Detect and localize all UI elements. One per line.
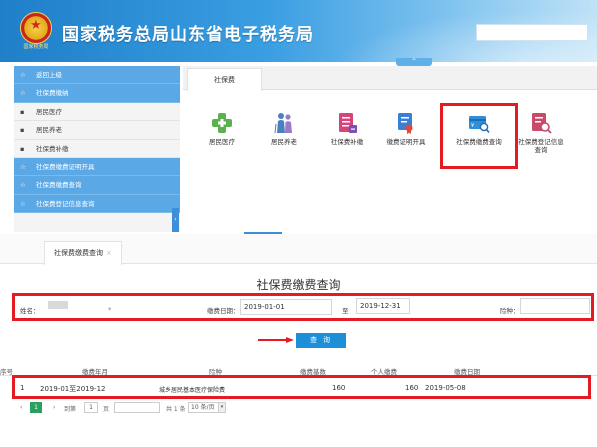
cell-type: 城乡居民基本医疗保险费 <box>159 387 226 394</box>
sidebar-item-certificate[interactable]: ☆ 社保费缴费证明开具 <box>14 157 180 177</box>
sidebar-item-back-payment[interactable]: ▪ 社保费补缴 <box>14 139 180 158</box>
star-icon: ☆ <box>20 181 26 190</box>
star-icon: ☆ <box>20 71 26 79</box>
emblem-caption: 国家税务局 <box>23 44 49 50</box>
tile-registration-query[interactable]: 社保费登记信息查询 <box>516 112 566 154</box>
header-search-input[interactable] <box>476 24 588 41</box>
tile-label: 缴费证明开具 <box>386 138 426 146</box>
cell-period: 2019-01至2019-12 <box>40 385 106 393</box>
pager-page-unit: 页 <box>103 406 110 413</box>
form-list-icon <box>336 112 358 134</box>
pager-current-page[interactable]: 1 <box>30 402 42 413</box>
cell-date: 2019-05-08 <box>425 384 466 392</box>
medical-cross-icon <box>211 112 233 134</box>
site-title: 国家税务总局山东省电子税务局 <box>62 25 314 45</box>
star-icon: ☆ <box>20 89 26 98</box>
name-redacted <box>48 301 68 309</box>
page: 国家税务局 国家税务总局山东省电子税务局 ^ ☆ 返回上级 ☆ 社保费缴纳 ▪ 居民医… <box>0 0 597 447</box>
search-button[interactable]: 查 询 <box>296 333 346 348</box>
insurance-type-select[interactable] <box>520 298 590 314</box>
bullet-icon: ▪ <box>20 144 25 153</box>
date-label: 缴费日期： <box>207 307 240 315</box>
sidebar-item-label: 返回上级 <box>36 71 62 79</box>
red-arrow-icon <box>258 337 294 343</box>
sidebar-item-label: 社保费缴费证明开具 <box>36 162 95 171</box>
tile-label: 社保费补缴 <box>330 138 364 146</box>
insurance-type-label: 险种： <box>500 307 520 315</box>
name-label: 姓名： <box>20 307 40 315</box>
sidebar-item-resident-medical[interactable]: ▪ 居民医疗 <box>14 102 180 122</box>
sidebar-item-resident-pension[interactable]: ▪ 居民养老 <box>14 121 180 140</box>
sidebar-item-label: 居民医疗 <box>36 107 62 116</box>
date-to-input[interactable]: 2019-12-31 <box>356 298 410 314</box>
national-emblem-icon <box>20 12 52 44</box>
pager-prev-button[interactable]: ‹ <box>20 404 22 411</box>
tile-label: 居民养老 <box>271 138 297 146</box>
cell-personal: 160 <box>405 384 419 392</box>
cell-base: 160 <box>332 384 346 392</box>
sidebar-item-payment-query[interactable]: ☆ 社保费缴费查询 <box>14 176 180 195</box>
per-page-value: 10 条/页 <box>191 404 215 411</box>
sidebar-menu: ☆ 返回上级 ☆ 社保费缴纳 ▪ 居民医疗 ▪ 居民养老 ▪ 社保费补缴 ☆ 社保费缴费证明… <box>14 66 180 232</box>
pager-goto-input[interactable]: 1 <box>84 402 98 413</box>
pager-confirm-box[interactable] <box>114 402 160 413</box>
tab-payment-query[interactable]: 社保费缴费查询 × <box>44 241 122 265</box>
sidebar-item-label: 社保费登记信息查询 <box>36 199 95 208</box>
date-from-input[interactable]: 2019-01-01 <box>240 299 332 315</box>
sidebar-item-label: 居民养老 <box>36 126 62 135</box>
sidebar-item-label: 社保费补缴 <box>36 144 69 153</box>
highlight-box-payment-query <box>440 103 518 169</box>
elderly-people-icon <box>273 112 295 134</box>
sidebar-item-label: 社保费缴纳 <box>36 89 69 98</box>
tile-back-payment[interactable]: 社保费补缴 <box>322 112 372 146</box>
pager-total: 共 1 条 <box>166 406 186 413</box>
certificate-icon <box>395 112 417 134</box>
tile-resident-pension[interactable]: 居民养老 <box>259 112 309 146</box>
chevron-down-icon[interactable]: ▾ <box>218 402 226 413</box>
to-label: 至 <box>342 307 349 315</box>
chevron-down-icon[interactable]: ▾ <box>108 305 111 313</box>
sidebar-item-registration-query[interactable]: ☆ 社保费登记信息查询 <box>14 194 180 214</box>
tile-payment-certificate[interactable]: 缴费证明开具 <box>381 112 431 146</box>
sidebar-item-back[interactable]: ☆ 返回上级 <box>14 66 180 85</box>
bullet-icon: ▪ <box>20 107 25 116</box>
sidebar-collapse-handle[interactable]: ‹ <box>172 208 179 232</box>
close-icon[interactable]: × <box>106 249 112 257</box>
doc-search-icon <box>530 112 552 134</box>
tile-label: 居民医疗 <box>209 138 235 146</box>
pager-next-button[interactable]: › <box>53 404 55 411</box>
cell-no: 1 <box>20 384 25 392</box>
site-header: 国家税务局 国家税务总局山东省电子税务局 <box>0 0 597 62</box>
header-collapse-toggle[interactable]: ^ <box>396 58 432 66</box>
star-icon: ☆ <box>20 199 26 208</box>
pager-goto-label: 到第 <box>64 406 77 413</box>
tab-social-security[interactable]: 社保费 <box>187 68 262 91</box>
tile-resident-medical[interactable]: 居民医疗 <box>197 112 247 146</box>
tab-label: 社保费缴费查询 <box>54 249 103 257</box>
page-title: 社保费缴费查询 <box>256 278 341 292</box>
bullet-icon: ▪ <box>20 126 25 135</box>
star-icon: ☆ <box>20 162 26 171</box>
tile-label: 社保费登记信息查询 <box>518 138 564 154</box>
sidebar-item-label: 社保费缴费查询 <box>36 181 82 190</box>
sidebar-item-social-payment[interactable]: ☆ 社保费缴纳 <box>14 84 180 103</box>
